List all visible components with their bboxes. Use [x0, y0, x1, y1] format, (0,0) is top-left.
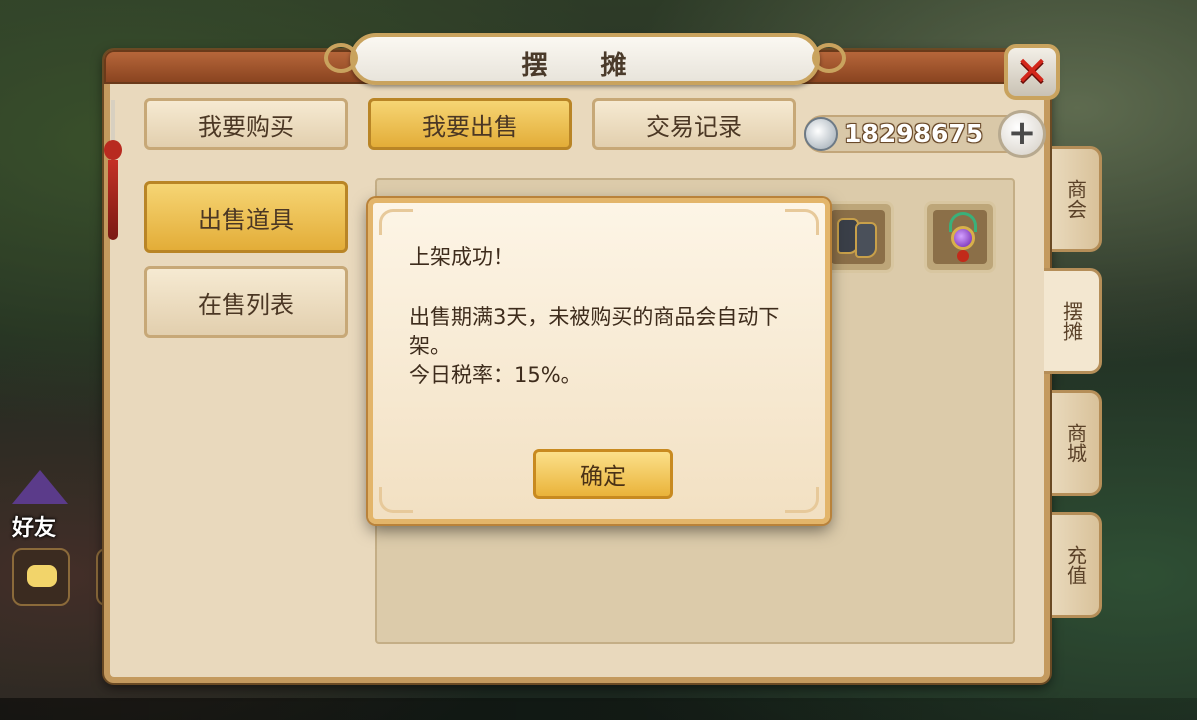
chat-bubble-icon: [27, 565, 57, 587]
confirm-button[interactable]: 确定: [533, 449, 673, 499]
dialog-corner-ornament: [379, 209, 413, 235]
currency-amount: 18298675: [844, 119, 984, 148]
title-ornament-right: [812, 43, 846, 73]
tab-buy[interactable]: 我要购买: [144, 98, 348, 150]
dialog-line-tax: 今日税率：15%。: [409, 363, 582, 387]
side-tab-stall-label: 摆摊: [1059, 301, 1084, 341]
plus-icon: +: [1007, 113, 1037, 153]
chat-button[interactable]: [12, 548, 70, 606]
item-slot-amulet[interactable]: [924, 201, 996, 273]
tab-sell[interactable]: 我要出售: [368, 98, 572, 150]
side-tab-guild-label: 商会: [1063, 179, 1088, 219]
side-tab-guild[interactable]: 商会: [1052, 146, 1102, 252]
title-ornament-left: [324, 43, 358, 73]
boots-item-icon: [835, 214, 881, 260]
side-tab-mall-label: 商城: [1063, 423, 1088, 463]
tab-trade-history[interactable]: 交易记录: [592, 98, 796, 150]
friends-label: 好友: [12, 516, 57, 541]
add-currency-button[interactable]: +: [998, 110, 1046, 158]
menu-on-sale-list[interactable]: 在售列表: [144, 266, 348, 338]
title-plate: 摆 摊: [324, 33, 846, 85]
side-tab-mall[interactable]: 商城: [1052, 390, 1102, 496]
silver-coin-icon: [804, 117, 838, 151]
item-slot-boots[interactable]: [822, 201, 894, 273]
dialog-title: 上架成功！: [409, 245, 514, 269]
dialog-corner-ornament: [785, 487, 819, 513]
side-tab-recharge-label: 充值: [1063, 545, 1088, 585]
panel-title: 摆 摊: [521, 51, 649, 81]
listing-success-dialog: 上架成功！ 出售期满3天，未被购买的商品会自动下架。 今日税率：15%。 确定: [368, 198, 830, 524]
close-button[interactable]: ✕: [1004, 44, 1060, 100]
close-x-icon: ✕: [1015, 49, 1049, 95]
bottom-chat-strip: [0, 698, 1197, 720]
menu-sell-items[interactable]: 出售道具: [144, 181, 348, 253]
dialog-corner-ornament: [785, 209, 819, 235]
wizard-hat-icon: [12, 470, 68, 504]
tassel-ornament: [104, 100, 122, 240]
dialog-line-expiry: 出售期满3天，未被购买的商品会自动下架。: [409, 305, 780, 358]
dialog-message: 上架成功！ 出售期满3天，未被购买的商品会自动下架。 今日税率：15%。: [409, 243, 809, 390]
friends-button[interactable]: 好友: [4, 470, 80, 541]
side-tab-recharge[interactable]: 充值: [1052, 512, 1102, 618]
side-tab-stall[interactable]: 摆摊: [1044, 268, 1102, 374]
amulet-item-icon: [945, 212, 981, 262]
dialog-corner-ornament: [379, 487, 413, 513]
